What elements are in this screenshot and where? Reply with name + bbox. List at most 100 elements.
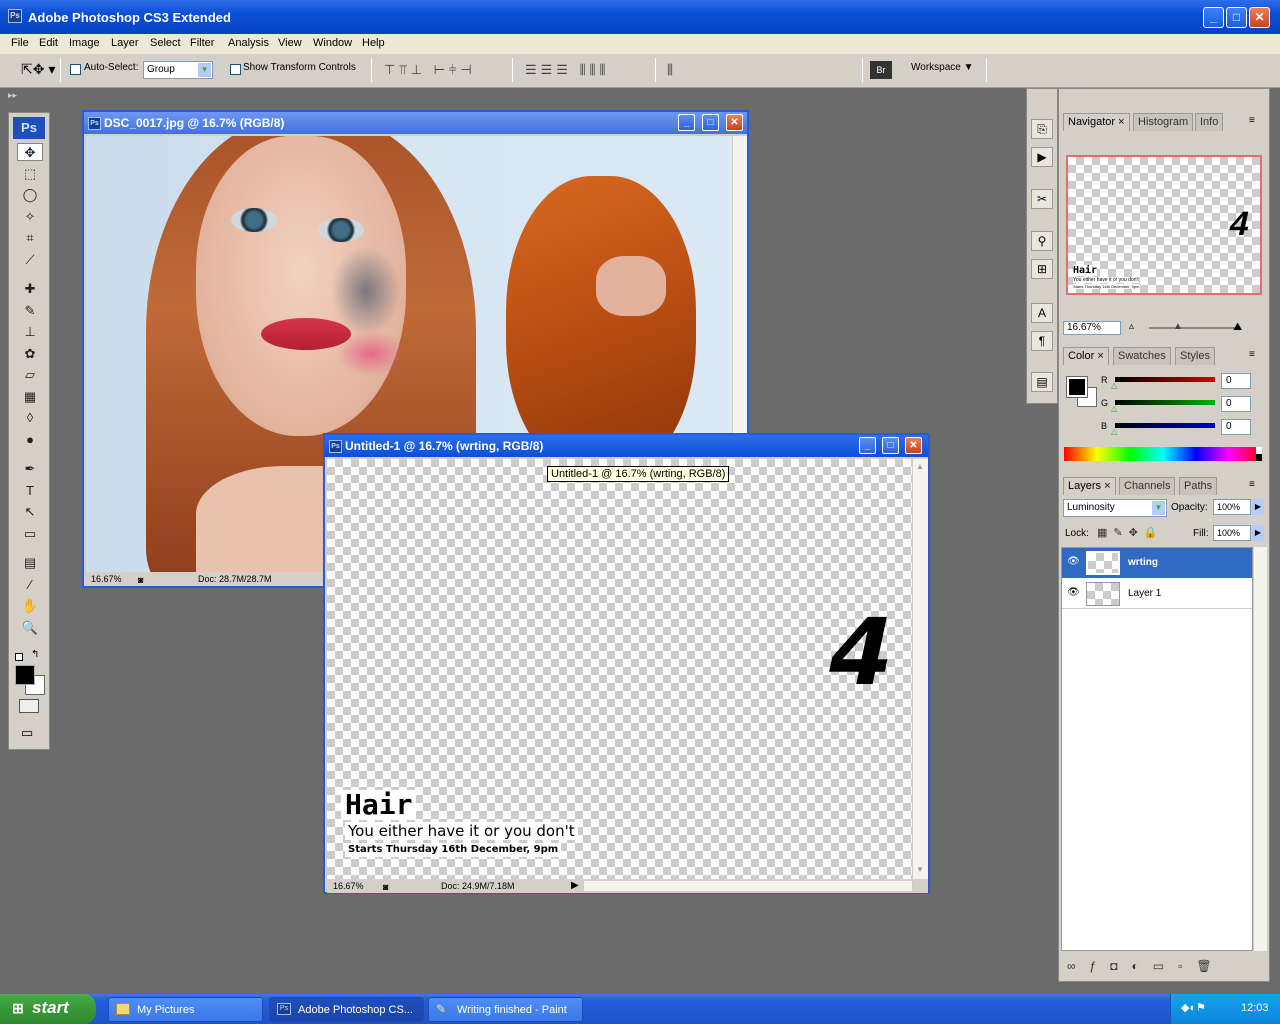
default-colors-icon[interactable] (15, 653, 23, 661)
lock-icons[interactable]: ▦✎✥🔒 (1097, 526, 1164, 539)
channel-value-b[interactable]: 0 (1221, 419, 1251, 435)
brush-tool-icon[interactable]: ✎ (17, 302, 43, 320)
tab-info[interactable]: Info (1195, 113, 1224, 131)
minimize-button[interactable]: _ (859, 437, 876, 454)
quick-mask-icon[interactable] (19, 699, 39, 713)
minimize-button[interactable]: _ (678, 114, 695, 131)
canvas-horizontal-scrollbar[interactable] (583, 880, 913, 892)
tray-icons[interactable]: ◆◐⚑ (1181, 1001, 1206, 1014)
channel-slider-thumb[interactable]: △ (1111, 404, 1117, 413)
navigator-zoom-field[interactable]: 16.67% (1063, 321, 1121, 335)
clone-source-icon[interactable]: ⊞ (1031, 259, 1053, 279)
transparent-canvas[interactable]: 4 Hair You either have it or you don't S… (327, 459, 912, 879)
layer-row-wrting[interactable]: 👁 wrting (1062, 548, 1252, 578)
crop-tool-icon[interactable]: ⌗ (17, 229, 43, 247)
tab-paths[interactable]: Paths (1179, 477, 1218, 495)
scroll-up-icon[interactable]: ▲ (916, 462, 924, 471)
notes-tool-icon[interactable]: ▤ (17, 554, 43, 572)
menu-layer[interactable]: Layer (111, 37, 139, 49)
navigator-preview[interactable]: 4 Hair You either have it or you don't S… (1066, 155, 1262, 295)
history-brush-tool-icon[interactable]: ✿ (17, 345, 43, 363)
move-tool-icon[interactable]: ✥ (17, 143, 43, 161)
paragraph-icon[interactable]: ¶ (1031, 331, 1053, 351)
close-tab-icon[interactable]: × (1104, 480, 1110, 492)
zoom-out-icon[interactable]: ▵ (1129, 321, 1134, 332)
magic-wand-tool-icon[interactable]: ✧ (17, 208, 43, 226)
screen-mode-icon[interactable]: ▭ (21, 725, 33, 741)
status-menu-icon[interactable]: ◙ (383, 880, 388, 894)
menu-filter[interactable]: Filter (190, 37, 214, 49)
document-title-bar[interactable]: Ps DSC_0017.jpg @ 16.7% (RGB/8) _ □ ✕ (84, 112, 747, 134)
fill-field[interactable]: 100% (1213, 525, 1251, 541)
status-menu-icon[interactable]: ◙ (138, 573, 143, 587)
align-icons[interactable]: ⊤⫪⊥ ⊢⫩⊣ (384, 62, 476, 78)
panel-menu-icon[interactable]: ≡ (1249, 115, 1255, 126)
tab-swatches[interactable]: Swatches (1113, 347, 1171, 365)
tool-presets-icon[interactable]: ✂ (1031, 189, 1053, 209)
close-button[interactable]: ✕ (726, 114, 743, 131)
layers-footer-icons[interactable]: ∞ƒ◘◐▭▫🗑 (1067, 959, 1226, 973)
channel-slider-g[interactable] (1115, 400, 1215, 405)
path-selection-tool-icon[interactable]: ↖ (17, 503, 43, 521)
foreground-color-swatch[interactable] (15, 665, 35, 685)
layer-row-layer-1[interactable]: 👁 Layer 1 (1062, 579, 1252, 609)
eraser-tool-icon[interactable]: ▱ (17, 366, 43, 384)
move-tool-preset-icon[interactable]: ⇱✥ ▾ (21, 61, 55, 78)
blend-mode-dropdown[interactable]: Luminosity ▼ (1063, 499, 1167, 517)
shape-tool-icon[interactable]: ▭ (17, 525, 43, 543)
toolbox-collapse-icon[interactable]: ▸▸ (8, 90, 17, 101)
character-icon[interactable]: A (1031, 303, 1053, 323)
clone-stamp-tool-icon[interactable]: ⊥ (17, 323, 43, 341)
channel-slider-thumb[interactable]: △ (1111, 427, 1117, 436)
show-transform-controls-checkbox[interactable] (230, 64, 241, 75)
close-button[interactable]: ✕ (905, 437, 922, 454)
distribute-icons[interactable]: ☰☰☰ ⫼⫼⫼ (525, 62, 610, 78)
start-button[interactable]: ⊞ start (0, 994, 96, 1024)
tab-layers[interactable]: Layers × (1063, 477, 1116, 495)
channel-slider-r[interactable] (1115, 377, 1215, 382)
color-foreground-swatch[interactable] (1066, 376, 1088, 398)
panel-menu-icon[interactable]: ≡ (1249, 479, 1255, 490)
visibility-eye-icon[interactable]: 👁 (1067, 556, 1080, 567)
menu-edit[interactable]: Edit (39, 37, 58, 49)
menu-image[interactable]: Image (69, 37, 100, 49)
menu-help[interactable]: Help (362, 37, 385, 49)
swap-colors-icon[interactable]: ↰ (31, 649, 39, 660)
zoom-in-icon[interactable]: ⛰ (1233, 321, 1242, 334)
navigator-zoom-slider[interactable] (1149, 327, 1239, 329)
dodge-tool-icon[interactable]: ● (17, 431, 43, 449)
panel-menu-icon[interactable]: ≡ (1249, 349, 1255, 360)
marquee-tool-icon[interactable]: ⬚ (17, 165, 43, 183)
document-title-bar[interactable]: Ps Untitled-1 @ 16.7% (wrting, RGB/8) _ … (325, 435, 928, 457)
fill-slider-arrow-icon[interactable]: ▶ (1252, 525, 1264, 541)
zoom-readout[interactable]: 16.67% (91, 572, 122, 586)
menu-window[interactable]: Window (313, 37, 352, 49)
history-icon[interactable]: ⎘ (1031, 119, 1053, 139)
opacity-field[interactable]: 100% (1213, 499, 1251, 515)
blur-tool-icon[interactable]: ◊ (17, 409, 43, 427)
tab-channels[interactable]: Channels (1119, 477, 1176, 495)
channel-value-r[interactable]: 0 (1221, 373, 1251, 389)
maximize-button[interactable]: □ (702, 114, 719, 131)
workspace-menu[interactable]: Workspace ▼ (911, 62, 974, 73)
gradient-tool-icon[interactable]: ▦ (17, 388, 43, 406)
task-paint[interactable]: Writing finished - Paint (428, 997, 583, 1022)
minimize-button[interactable]: _ (1203, 7, 1224, 28)
task-photoshop[interactable]: Adobe Photoshop CS... (269, 997, 424, 1022)
navigator-zoom-thumb[interactable]: ▲ (1173, 321, 1183, 332)
tab-navigator[interactable]: Navigator × (1063, 113, 1130, 131)
auto-align-icon[interactable]: ⫼ (667, 62, 673, 78)
menu-analysis[interactable]: Analysis (228, 37, 269, 49)
channel-slider-b[interactable] (1115, 423, 1215, 428)
layers-scrollbar[interactable] (1253, 547, 1267, 951)
type-tool-icon[interactable]: T (17, 482, 43, 500)
slice-tool-icon[interactable]: ⟋ (17, 251, 43, 269)
zoom-readout[interactable]: 16.67% (333, 879, 364, 893)
hand-tool-icon[interactable]: ✋ (17, 597, 43, 615)
channel-value-g[interactable]: 0 (1221, 396, 1251, 412)
menu-view[interactable]: View (278, 37, 302, 49)
auto-select-dropdown[interactable]: Group ▼ (143, 61, 213, 79)
tab-color[interactable]: Color × (1063, 347, 1109, 365)
opacity-slider-arrow-icon[interactable]: ▶ (1252, 499, 1264, 515)
auto-select-checkbox[interactable] (70, 64, 81, 75)
